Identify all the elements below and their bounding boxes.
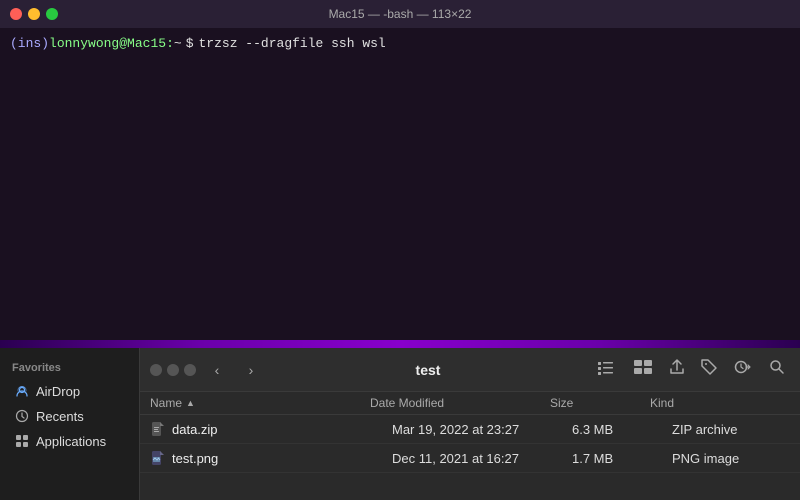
share-button[interactable] (664, 355, 690, 384)
sidebar-item-airdrop[interactable]: AirDrop (4, 379, 135, 403)
terminal-command: trzsz --dragfile ssh wsl (199, 36, 386, 51)
file-date: Dec 11, 2021 at 16:27 (392, 451, 572, 466)
zip-file-icon (150, 420, 166, 438)
traffic-lights (10, 8, 58, 20)
column-size-header[interactable]: Size (550, 396, 650, 410)
recents-icon (14, 408, 30, 424)
column-kind-header[interactable]: Kind (650, 396, 790, 410)
search-button[interactable] (764, 355, 790, 384)
prompt-at: @ (119, 36, 127, 51)
favorites-label: Favorites (0, 358, 139, 378)
current-path: test (272, 362, 584, 378)
toolbar-right (592, 355, 790, 384)
file-date: Mar 19, 2022 at 23:27 (392, 422, 572, 437)
minimize-button[interactable] (28, 8, 40, 20)
window-divider (0, 340, 800, 348)
file-kind: ZIP archive (672, 422, 790, 437)
action-button[interactable] (728, 355, 758, 384)
prompt-user: lonnywong (49, 36, 119, 51)
file-size: 1.7 MB (572, 451, 672, 466)
applications-label: Applications (36, 434, 106, 449)
prompt-dollar: $ (186, 36, 194, 51)
close-button[interactable] (10, 8, 22, 20)
file-list-header: Name ▲ Date Modified Size Kind (140, 392, 800, 415)
file-row[interactable]: data.zip Mar 19, 2022 at 23:27 6.3 MB ZI… (140, 415, 800, 444)
file-kind: PNG image (672, 451, 790, 466)
finder-sidebar: Favorites AirDrop Recents (0, 348, 140, 500)
recents-label: Recents (36, 409, 84, 424)
prompt-ins: (ins) (10, 36, 49, 51)
sidebar-item-applications[interactable]: Applications (4, 429, 135, 453)
finder-window: Favorites AirDrop Recents (0, 348, 800, 500)
tag-button[interactable] (696, 355, 722, 384)
terminal-prompt: (ins) lonnywong @ Mac15 : ~ $ trzsz --dr… (10, 36, 790, 51)
png-file-icon (150, 449, 166, 467)
terminal-titlebar: Mac15 — -bash — 113×22 (0, 0, 800, 28)
forward-button[interactable]: › (238, 357, 264, 383)
finder-toolbar: ‹ › test (140, 348, 800, 392)
finder-main: ‹ › test (140, 348, 800, 500)
prompt-separator: : (166, 36, 174, 51)
terminal-window: Mac15 — -bash — 113×22 (ins) lonnywong @… (0, 0, 800, 340)
finder-maximize[interactable] (184, 364, 196, 376)
file-list: Name ▲ Date Modified Size Kind (140, 392, 800, 500)
finder-traffic-lights (150, 364, 196, 376)
file-size: 6.3 MB (572, 422, 672, 437)
finder-minimize[interactable] (167, 364, 179, 376)
column-date-header[interactable]: Date Modified (370, 396, 550, 410)
applications-icon (14, 433, 30, 449)
grid-view-button[interactable] (628, 355, 658, 384)
airdrop-label: AirDrop (36, 384, 80, 399)
finder-close[interactable] (150, 364, 162, 376)
terminal-body[interactable]: (ins) lonnywong @ Mac15 : ~ $ trzsz --dr… (0, 28, 800, 340)
file-name: data.zip (172, 422, 392, 437)
column-name-header[interactable]: Name ▲ (150, 396, 370, 410)
terminal-title: Mac15 — -bash — 113×22 (329, 7, 472, 21)
back-button[interactable]: ‹ (204, 357, 230, 383)
file-row[interactable]: test.png Dec 11, 2021 at 16:27 1.7 MB PN… (140, 444, 800, 473)
maximize-button[interactable] (46, 8, 58, 20)
prompt-dir: ~ (174, 36, 182, 51)
prompt-host: Mac15 (127, 36, 166, 51)
airdrop-icon (14, 383, 30, 399)
file-name: test.png (172, 451, 392, 466)
view-options-button[interactable] (592, 355, 622, 384)
sidebar-item-recents[interactable]: Recents (4, 404, 135, 428)
